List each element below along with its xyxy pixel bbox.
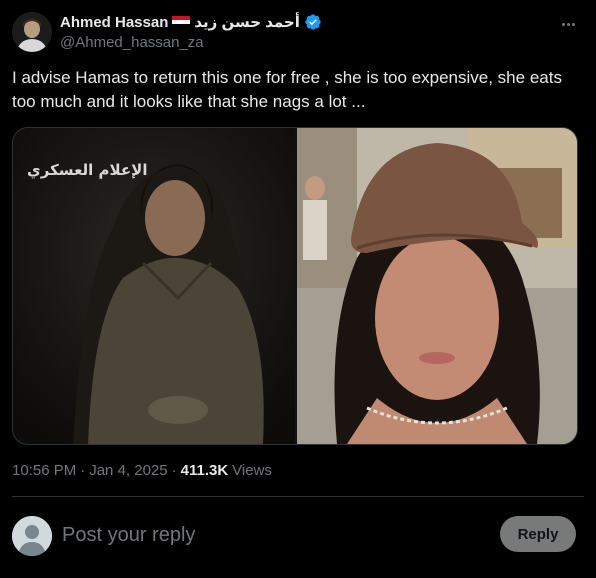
watermark-text: الإعلام العسكري (27, 161, 148, 179)
more-options-icon[interactable] (558, 14, 578, 34)
default-user-icon (12, 516, 52, 556)
divider (12, 496, 584, 497)
author-name-row: Ahmed Hassan أحمد حسن زيد (60, 12, 322, 32)
egypt-flag-icon (172, 16, 191, 28)
views-count: 411.3K (180, 462, 229, 479)
meta-separator: · (171, 462, 177, 479)
tweet-text: I advise Hamas to return this one for fr… (12, 68, 562, 111)
reply-button[interactable]: Reply (500, 516, 576, 552)
media-photo-left[interactable]: الإعلام العسكري (13, 128, 295, 444)
reply-input[interactable] (62, 521, 442, 549)
views-label: Views (232, 462, 272, 479)
meta-separator: · (80, 462, 86, 479)
verified-badge-icon[interactable] (304, 13, 322, 31)
reply-avatar (12, 516, 52, 556)
author-avatar[interactable] (12, 12, 52, 52)
author-handle[interactable]: @Ahmed_hassan_za (60, 34, 204, 51)
author-arabic-name[interactable]: أحمد حسن زيد (194, 13, 300, 31)
tweet-time[interactable]: 10:56 PM (12, 462, 76, 479)
avatar-image-icon (12, 12, 52, 52)
tweet-media[interactable]: الإعلام العسكري (12, 127, 578, 445)
tweet-meta: 10:56 PM · Jan 4, 2025 · 411.3K Views (12, 462, 272, 479)
author-display-name[interactable]: Ahmed Hassan (60, 14, 168, 31)
media-photo-right[interactable] (297, 128, 577, 444)
photo-icon (297, 128, 577, 444)
tweet-date[interactable]: Jan 4, 2025 (89, 462, 167, 479)
tweet: Ahmed Hassan أحمد حسن زيد @Ahmed_hassan_… (0, 0, 596, 578)
